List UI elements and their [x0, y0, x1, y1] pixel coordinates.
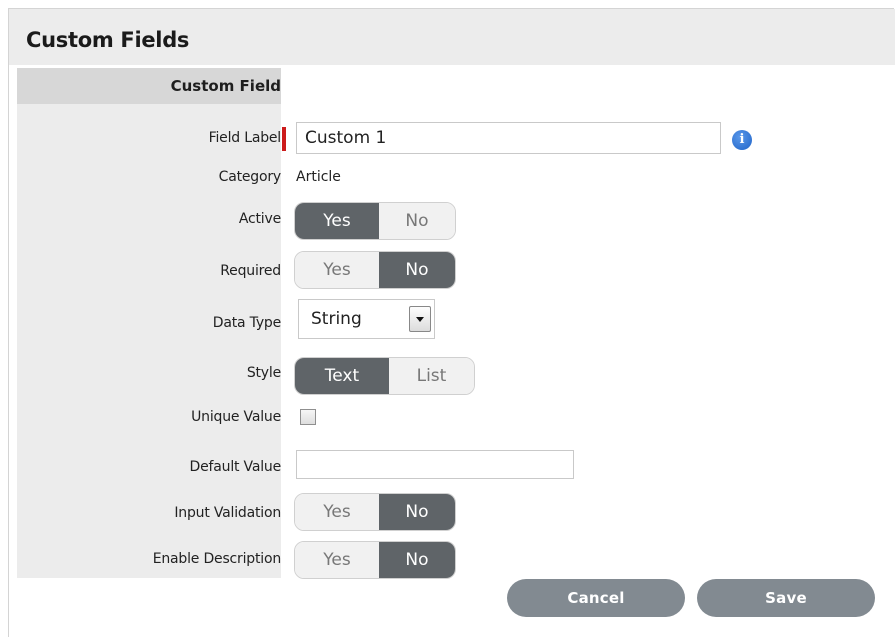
info-icon[interactable]: i [732, 130, 752, 150]
save-button[interactable]: Save [697, 579, 875, 617]
enable-description-toggle: Yes No [294, 541, 456, 579]
active-toggle: Yes No [294, 202, 456, 240]
enable-description-no-option[interactable]: No [378, 542, 455, 578]
style-label: Style [246, 365, 281, 381]
input-validation-toggle: Yes No [294, 493, 456, 531]
input-validation-label: Input Validation [174, 505, 281, 521]
cancel-button[interactable]: Cancel [507, 579, 685, 617]
chevron-down-icon[interactable] [409, 306, 431, 332]
required-yes-option[interactable]: Yes [295, 252, 379, 288]
data-type-select[interactable]: String [298, 299, 435, 339]
custom-field-form: Custom Field Field Label Category Active… [17, 68, 895, 588]
data-type-value: String [311, 309, 362, 329]
default-value-input[interactable] [296, 450, 574, 479]
style-toggle: Text List [294, 357, 475, 395]
panel-header: Custom Fields [9, 9, 895, 65]
required-label: Required [220, 263, 281, 279]
active-label: Active [238, 211, 281, 227]
category-label: Category [218, 169, 282, 185]
field-label-label: Field Label [208, 130, 282, 146]
custom-fields-panel: Custom Fields Custom Field Field Label C… [8, 8, 895, 637]
unique-value-label: Unique Value [191, 409, 281, 425]
unique-value-checkbox[interactable] [300, 409, 316, 425]
input-validation-yes-option[interactable]: Yes [295, 494, 379, 530]
label-column: Custom Field Field Label Category Active… [17, 68, 281, 578]
page-title: Custom Fields [26, 28, 190, 52]
required-no-option[interactable]: No [378, 252, 455, 288]
enable-description-yes-option[interactable]: Yes [295, 542, 379, 578]
required-marker [282, 127, 286, 151]
input-validation-no-option[interactable]: No [378, 494, 455, 530]
active-no-option[interactable]: No [378, 203, 455, 239]
data-type-label: Data Type [212, 315, 281, 331]
enable-description-label: Enable Description [152, 551, 281, 567]
style-text-option[interactable]: Text [295, 358, 389, 394]
field-label-input[interactable] [296, 122, 721, 154]
required-toggle: Yes No [294, 251, 456, 289]
section-header: Custom Field [170, 77, 281, 95]
style-list-option[interactable]: List [388, 358, 474, 394]
section-header-band: Custom Field [17, 68, 281, 104]
active-yes-option[interactable]: Yes [295, 203, 379, 239]
default-value-label: Default Value [189, 459, 282, 475]
category-value: Article [296, 169, 341, 185]
